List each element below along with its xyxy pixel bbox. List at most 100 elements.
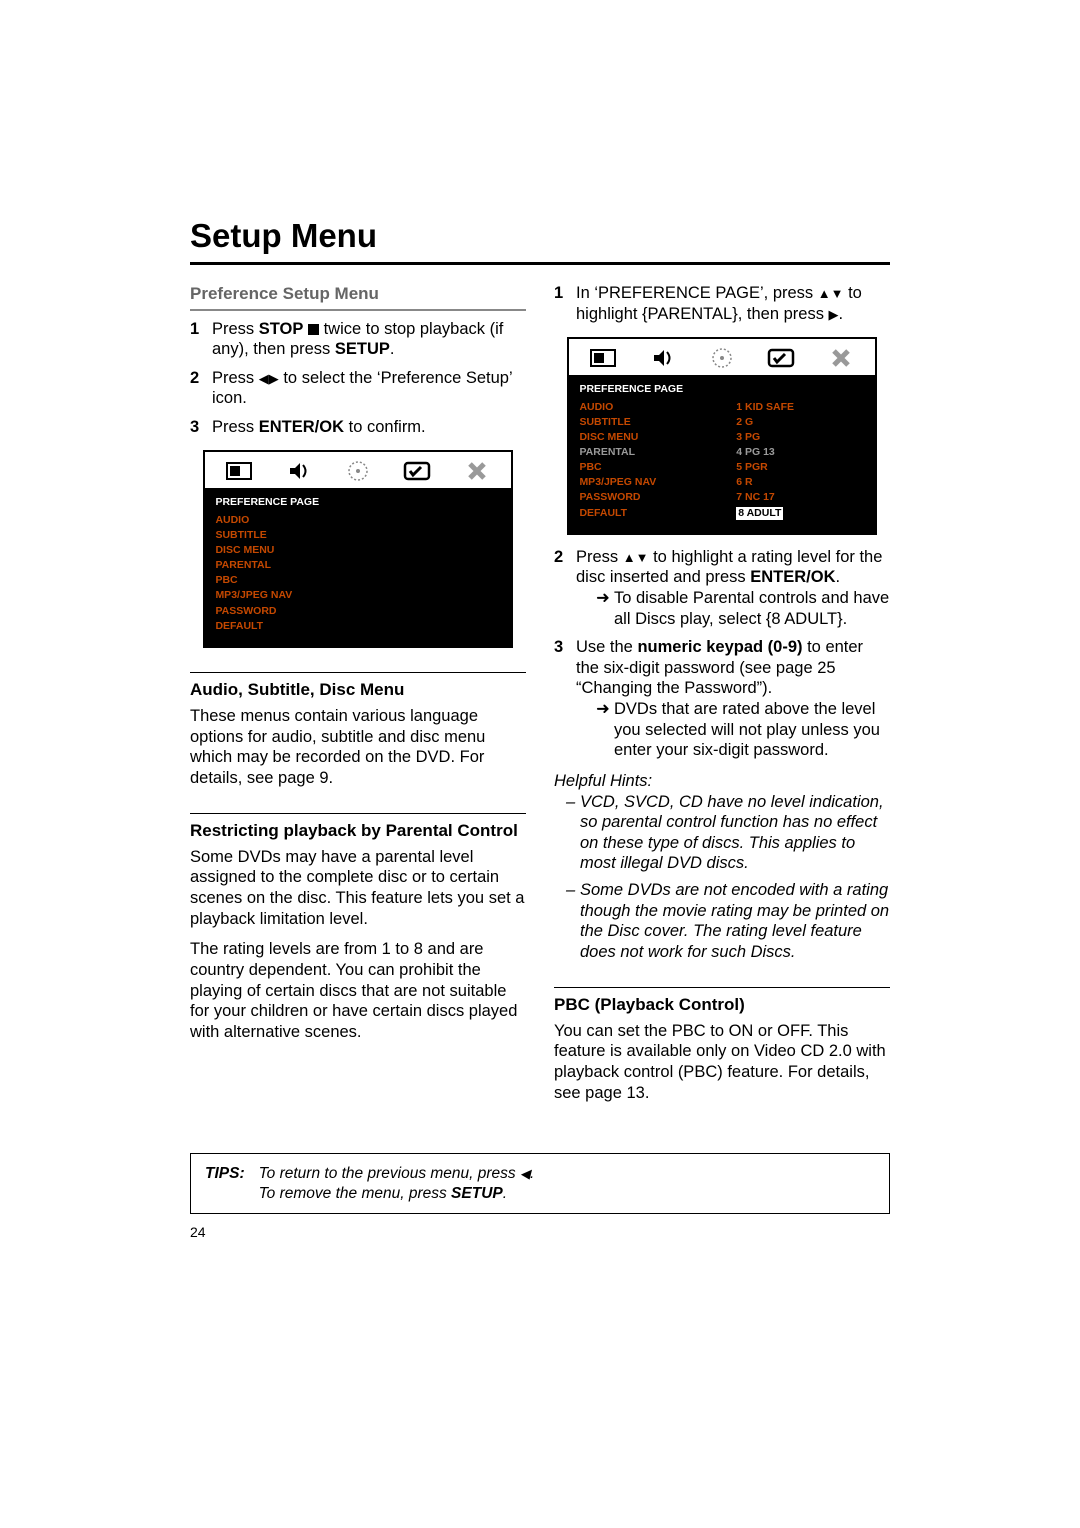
text: Press — [212, 369, 259, 387]
text: to confirm. — [344, 418, 426, 436]
right-arrow-icon — [269, 378, 279, 379]
osd-item: PASSWORD — [215, 605, 372, 618]
audio-subtitle-heading: Audio, Subtitle, Disc Menu — [190, 672, 526, 700]
osd-item: DISC MENU — [579, 431, 736, 444]
text: Press — [576, 548, 623, 566]
hint-item: Some DVDs are not encoded with a rating … — [566, 880, 890, 963]
tips-label: TIPS: — [205, 1164, 245, 1203]
parental-heading: Restricting playback by Parental Control — [190, 813, 526, 841]
parental-text-2: The rating levels are from 1 to 8 and ar… — [190, 939, 526, 1042]
text-strong: ENTER/OK — [259, 418, 344, 436]
audio-setup-icon — [645, 345, 681, 371]
osd-item: DISC MENU — [215, 544, 372, 557]
tips-body: To return to the previous menu, press . … — [259, 1164, 535, 1203]
up-arrow-icon — [818, 293, 831, 294]
page-title: Setup Menu — [190, 215, 890, 265]
osd-item: SUBTITLE — [215, 529, 372, 542]
step-2: Press to highlight a rating level for th… — [554, 547, 890, 630]
osd-rating: 6 R — [736, 476, 864, 489]
preference-setup-icon — [399, 458, 435, 484]
osd-iconbar — [205, 452, 510, 488]
text-strong: STOP — [259, 320, 304, 338]
osd-rating-selected: 8 ADULT — [736, 507, 864, 520]
text: . — [390, 340, 395, 358]
step-3: Use the numeric keypad (0-9) to enter th… — [554, 637, 890, 761]
osd-item: PARENTAL — [215, 559, 372, 572]
osd-item: PBC — [579, 461, 736, 474]
osd-item: AUDIO — [215, 514, 372, 527]
left-arrow-icon — [259, 378, 269, 379]
tips-line-1: To return to the previous menu, press . — [259, 1164, 535, 1183]
osd-item: MP3/JPEG NAV — [215, 589, 372, 602]
step-1: In ‘PREFERENCE PAGE’, press to highlight… — [554, 283, 890, 324]
text: . — [839, 305, 844, 323]
text-strong: ENTER/OK — [750, 568, 835, 586]
video-setup-icon — [340, 458, 376, 484]
right-arrow-icon — [829, 314, 839, 315]
pbc-heading: PBC (Playback Control) — [554, 987, 890, 1015]
helpful-hints: Helpful Hints: VCD, SVCD, CD have no lev… — [554, 771, 890, 963]
hint-item: VCD, SVCD, CD have no level indication, … — [566, 792, 890, 875]
osd-rating: 2 G — [736, 416, 864, 429]
down-arrow-icon — [831, 293, 844, 294]
text: To return to the previous menu, press — [259, 1165, 520, 1182]
right-steps-1: In ‘PREFERENCE PAGE’, press to highlight… — [554, 283, 890, 324]
osd-parental-page: PREFERENCE PAGE AUDIO1 KID SAFE SUBTITLE… — [567, 337, 876, 535]
osd-title: PREFERENCE PAGE — [205, 494, 510, 513]
osd-rating: 7 NC 17 — [736, 491, 864, 504]
text: Use the — [576, 638, 637, 656]
tips-line-2: To remove the menu, press SETUP. — [259, 1184, 535, 1203]
hints-label: Helpful Hints: — [554, 771, 890, 792]
text: . — [503, 1185, 507, 1202]
preference-setup-icon — [763, 345, 799, 371]
text: To remove the menu, press — [259, 1185, 451, 1202]
audio-subtitle-text: These menus contain various language opt… — [190, 706, 526, 789]
text: In ‘PREFERENCE PAGE’, press — [576, 284, 818, 302]
osd-rating: 1 KID SAFE — [736, 401, 864, 414]
left-column: Preference Setup Menu Press STOP twice t… — [190, 283, 526, 1113]
parental-text-1: Some DVDs may have a parental level assi… — [190, 847, 526, 930]
text: Press — [212, 320, 259, 338]
osd-item: AUDIO — [579, 401, 736, 414]
osd-title: PREFERENCE PAGE — [569, 381, 874, 400]
tips-footer: TIPS: To return to the previous menu, pr… — [190, 1153, 890, 1214]
osd-rating: 5 PGR — [736, 461, 864, 474]
stop-icon — [308, 324, 319, 335]
text: Press — [212, 418, 259, 436]
general-setup-icon — [585, 345, 621, 371]
right-column: In ‘PREFERENCE PAGE’, press to highlight… — [554, 283, 890, 1113]
step-1: Press STOP twice to stop playback (if an… — [190, 319, 526, 360]
osd-rating: 4 PG 13 — [736, 446, 864, 459]
osd-item: PBC — [215, 574, 372, 587]
pref-setup-header: Preference Setup Menu — [190, 283, 526, 310]
osd-item: SUBTITLE — [579, 416, 736, 429]
osd-item: PASSWORD — [579, 491, 736, 504]
exit-icon — [823, 345, 859, 371]
content-columns: Preference Setup Menu Press STOP twice t… — [190, 283, 890, 1113]
step-2: Press to select the ‘Preference Setup’ i… — [190, 368, 526, 409]
page-number: 24 — [190, 1224, 890, 1242]
osd-item: DEFAULT — [215, 620, 372, 633]
osd-iconbar — [569, 339, 874, 375]
osd-rating: 3 PG — [736, 431, 864, 444]
pbc-text: You can set the PBC to ON or OFF. This f… — [554, 1021, 890, 1104]
osd-item: DEFAULT — [579, 507, 736, 520]
osd-item: MP3/JPEG NAV — [579, 476, 736, 489]
text: . — [530, 1165, 534, 1182]
note-bullet: DVDs that are rated above the level you … — [576, 699, 890, 761]
pref-steps: Press STOP twice to stop playback (if an… — [190, 319, 526, 438]
osd-preference-page: PREFERENCE PAGE AUDIO SUBTITLE DISC MENU… — [203, 450, 512, 648]
step-3: Press ENTER/OK to confirm. — [190, 417, 526, 438]
text-strong: numeric keypad (0-9) — [637, 638, 802, 656]
osd-menu-list: AUDIO SUBTITLE DISC MENU PARENTAL PBC MP… — [205, 513, 510, 634]
osd-menu-list: AUDIO1 KID SAFE SUBTITLE2 G DISC MENU3 P… — [569, 400, 874, 521]
text-strong: SETUP — [451, 1185, 503, 1202]
exit-icon — [459, 458, 495, 484]
right-steps-2: Press to highlight a rating level for th… — [554, 547, 890, 761]
text: . — [836, 568, 841, 586]
text-strong: SETUP — [335, 340, 390, 358]
audio-setup-icon — [281, 458, 317, 484]
general-setup-icon — [221, 458, 257, 484]
up-arrow-icon — [623, 557, 636, 558]
down-arrow-icon — [636, 557, 649, 558]
